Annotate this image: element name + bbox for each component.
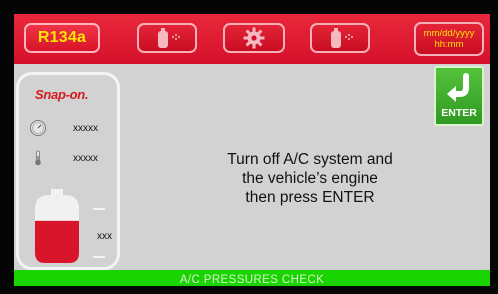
date-label: mm/dd/yyyy	[423, 28, 475, 39]
refrigerant-label: R134a	[37, 29, 87, 46]
thermometer-icon	[35, 150, 41, 166]
header-bar: R134a mm/dd/yyyy hh:mm	[14, 14, 490, 64]
settings-button[interactable]	[223, 23, 285, 53]
tank-tick-lower	[93, 256, 105, 258]
pressure-row: xxxxx	[29, 119, 98, 137]
tank-fill-level	[35, 220, 79, 263]
bottle-icon	[158, 28, 180, 48]
bottle-button[interactable]	[137, 23, 197, 53]
bottle-icon	[331, 28, 353, 48]
brand-logo: Snap-on.	[35, 87, 89, 102]
enter-label: ENTER	[441, 107, 477, 119]
time-label: hh:mm	[434, 39, 464, 50]
status-bar: A/C PRESSURES CHECK	[14, 270, 490, 286]
status-title: A/C PRESSURES CHECK	[179, 274, 325, 286]
message-line: then press ENTER	[245, 189, 375, 206]
datetime-button[interactable]: mm/dd/yyyy hh:mm	[414, 22, 484, 56]
tank	[31, 187, 83, 270]
refrigerant-button[interactable]: R134a	[24, 23, 100, 53]
gear-icon	[243, 27, 265, 49]
tank-value: xxx	[97, 231, 112, 242]
message-line: Turn off A/C system and	[227, 151, 393, 168]
pressure-value: xxxxx	[73, 122, 98, 134]
tank-tick-upper	[93, 208, 105, 210]
pressure-gauge-icon	[30, 120, 46, 136]
instruction-message: Turn off A/C system and the vehicle’s en…	[188, 150, 432, 207]
temperature-value: xxxxx	[73, 152, 98, 164]
bottle-button-2[interactable]	[310, 23, 370, 53]
message-line: the vehicle’s engine	[242, 170, 378, 187]
tank-icon	[35, 189, 79, 263]
enter-button[interactable]: ENTER	[434, 66, 484, 126]
return-arrow-icon	[447, 73, 469, 102]
device-screen: R134a mm/dd/yyyy hh:mm Snap-on. xxxxx xx…	[14, 14, 490, 286]
gauge-panel: Snap-on. xxxxx xxxxx xxx	[16, 72, 120, 270]
temperature-row: xxxxx	[29, 149, 98, 167]
